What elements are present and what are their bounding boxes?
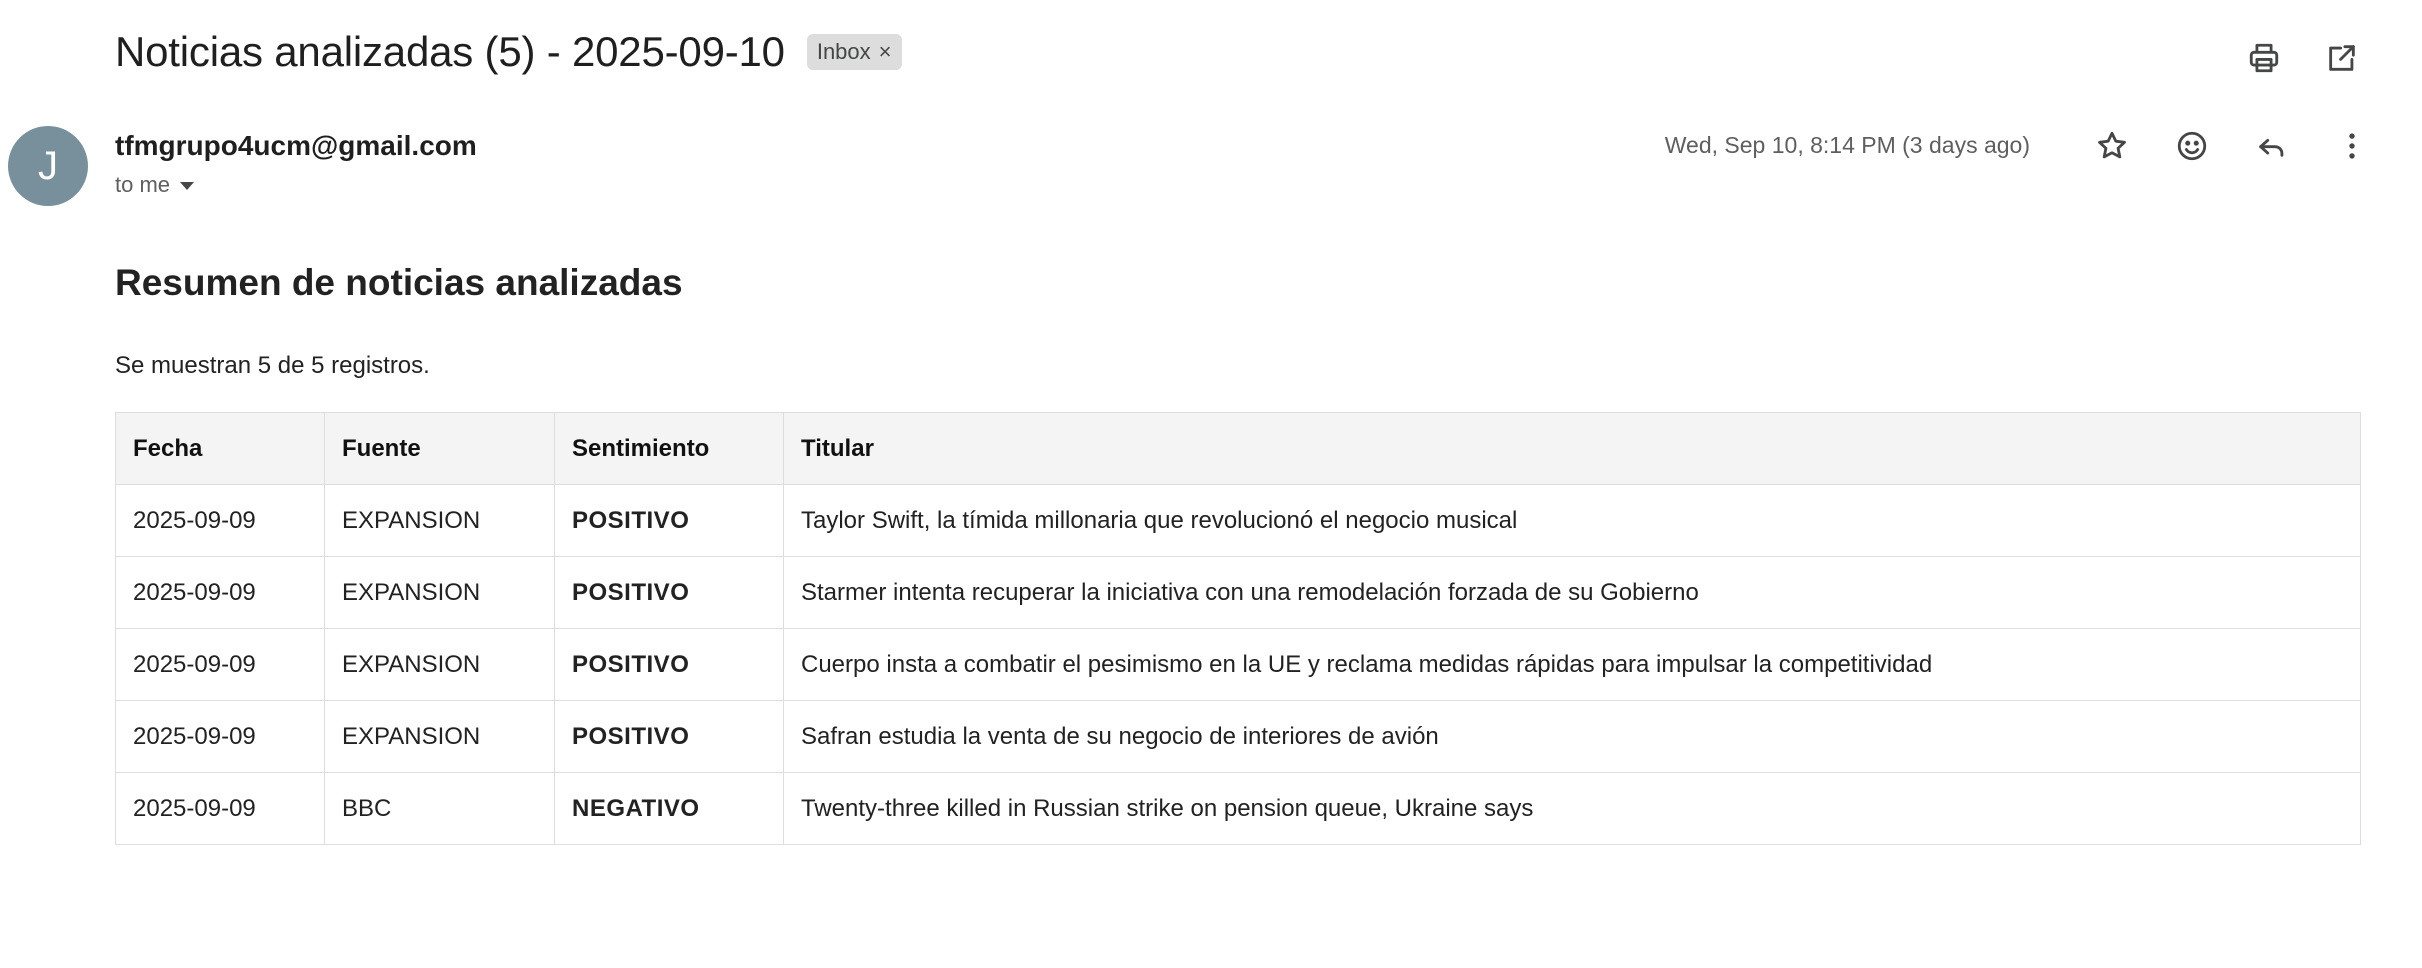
header-titular: Titular [783, 412, 2361, 485]
inbox-label-chip[interactable]: Inbox × [806, 34, 902, 70]
reply-icon[interactable] [2254, 128, 2290, 164]
message-date: Wed, Sep 10, 8:14 PM (3 days ago) [1664, 132, 2030, 158]
cell-fecha: 2025-09-09 [115, 556, 325, 629]
remove-label-button[interactable]: × [879, 39, 892, 65]
records-count: Se muestran 5 de 5 registros. [115, 352, 430, 379]
header-sentimiento: Sentimiento [554, 412, 784, 485]
cell-fecha: 2025-09-09 [115, 700, 325, 773]
cell-titular: Starmer intenta recuperar la iniciativa … [783, 556, 2361, 629]
recipient-text: to me [115, 172, 171, 197]
cell-fuente: BBC [324, 772, 555, 845]
cell-fuente: EXPANSION [324, 484, 555, 557]
cell-titular: Twenty-three killed in Russian strike on… [783, 772, 2361, 845]
cell-sentimiento: POSITIVO [554, 628, 784, 701]
table-row: 2025-09-09 EXPANSION POSITIVO Cuerpo ins… [115, 628, 2361, 701]
cell-titular: Taylor Swift, la tímida millonaria que r… [783, 484, 2361, 557]
more-vertical-icon[interactable] [2334, 128, 2370, 164]
news-table: Fecha Fuente Sentimiento Titular 2025-09… [115, 412, 2361, 845]
avatar[interactable]: J [8, 126, 88, 206]
cell-titular: Safran estudia la venta de su negocio de… [783, 700, 2361, 773]
chevron-down-icon[interactable] [180, 182, 195, 190]
sender-address[interactable]: tfmgrupo4ucm@gmail.com [115, 130, 477, 162]
cell-fecha: 2025-09-09 [115, 772, 325, 845]
cell-sentimiento: NEGATIVO [554, 772, 784, 845]
avatar-initial: J [38, 143, 58, 188]
table-row: 2025-09-09 EXPANSION POSITIVO Starmer in… [115, 556, 2361, 629]
cell-titular: Cuerpo insta a combatir el pesimismo en … [783, 628, 2361, 701]
print-icon[interactable] [2246, 40, 2282, 76]
header-fecha: Fecha [115, 412, 325, 485]
star-icon[interactable] [2094, 128, 2130, 164]
cell-fecha: 2025-09-09 [115, 484, 325, 557]
table-header-row: Fecha Fuente Sentimiento Titular [115, 412, 2361, 485]
message-actions [2094, 128, 2370, 164]
cell-sentimiento: POSITIVO [554, 556, 784, 629]
email-subject: Noticias analizadas (5) - 2025-09-10 [115, 28, 785, 75]
table-row: 2025-09-09 EXPANSION POSITIVO Safran est… [115, 700, 2361, 773]
table-row: 2025-09-09 BBC NEGATIVO Twenty-three kil… [115, 772, 2361, 845]
emoji-reaction-icon[interactable] [2174, 128, 2210, 164]
header-fuente: Fuente [324, 412, 555, 485]
cell-fuente: EXPANSION [324, 628, 555, 701]
cell-sentimiento: POSITIVO [554, 484, 784, 557]
recipient-line[interactable]: to me [115, 172, 195, 198]
cell-fuente: EXPANSION [324, 556, 555, 629]
open-in-new-window-icon[interactable] [2324, 40, 2360, 76]
cell-fuente: EXPANSION [324, 700, 555, 773]
table-row: 2025-09-09 EXPANSION POSITIVO Taylor Swi… [115, 484, 2361, 557]
subject-row: Noticias analizadas (5) - 2025-09-10 Inb… [115, 28, 902, 76]
cell-sentimiento: POSITIVO [554, 700, 784, 773]
label-text: Inbox [816, 39, 871, 64]
cell-fecha: 2025-09-09 [115, 628, 325, 701]
body-heading: Resumen de noticias analizadas [115, 262, 683, 303]
thread-actions [2246, 40, 2360, 76]
